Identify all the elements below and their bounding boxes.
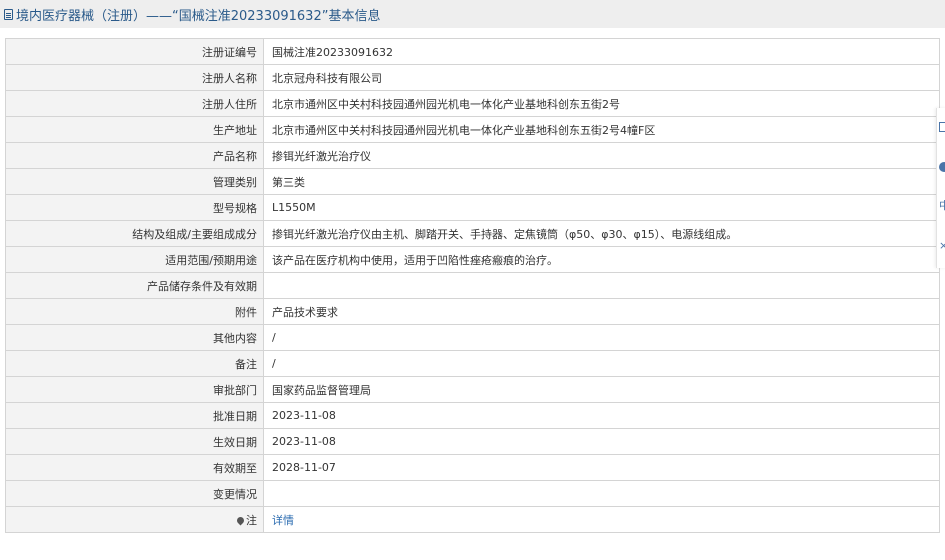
- row-label: 变更情况: [5, 480, 264, 507]
- language-icon[interactable]: 中: [939, 200, 945, 212]
- row-label: 产品名称: [5, 142, 264, 169]
- note-row: 注 详情: [5, 506, 940, 533]
- table-row: 注册人名称 北京冠舟科技有限公司: [5, 64, 940, 91]
- row-label: 有效期至: [5, 454, 264, 481]
- table-row: 附件 产品技术要求: [5, 298, 940, 325]
- table-row: 产品名称 掺铒光纤激光治疗仪: [5, 142, 940, 169]
- table-row: 变更情况: [5, 480, 940, 507]
- row-value: 第三类: [263, 168, 940, 195]
- table-row: 注册证编号 国械注准20233091632: [5, 38, 940, 65]
- row-value: [263, 272, 940, 299]
- row-value: 掺铒光纤激光治疗仪: [263, 142, 940, 169]
- details-link[interactable]: 详情: [272, 514, 294, 527]
- row-value: 产品技术要求: [263, 298, 940, 325]
- row-value: 掺铒光纤激光治疗仪由主机、脚踏开关、手持器、定焦镜筒（φ50、φ30、φ15）、…: [263, 220, 940, 247]
- table-row: 审批部门 国家药品监督管理局: [5, 376, 940, 403]
- row-value: 北京市通州区中关村科技园通州园光机电一体化产业基地科创东五街2号: [263, 90, 940, 117]
- row-label: 管理类别: [5, 168, 264, 195]
- document-icon: [4, 8, 13, 20]
- row-label: 产品储存条件及有效期: [5, 272, 264, 299]
- detail-page: 境内医疗器械（注册）——“国械注准20233091632”基本信息 注册证编号 …: [0, 0, 945, 560]
- row-value: 2023-11-08: [263, 428, 940, 455]
- side-toolbar: 中 ×: [936, 108, 945, 268]
- table-row: 产品储存条件及有效期: [5, 272, 940, 299]
- row-value: 2028-11-07: [263, 454, 940, 481]
- row-label: 附件: [5, 298, 264, 325]
- table-row: 有效期至 2028-11-07: [5, 454, 940, 481]
- row-label: 批准日期: [5, 402, 264, 429]
- document-icon[interactable]: [939, 122, 945, 132]
- row-value: 北京冠舟科技有限公司: [263, 64, 940, 91]
- row-value: 国械注准20233091632: [263, 38, 940, 65]
- note-value-cell: 详情: [263, 506, 940, 533]
- table-row: 备注 /: [5, 350, 940, 377]
- row-label: 生产地址: [5, 116, 264, 143]
- page-header: 境内医疗器械（注册）——“国械注准20233091632”基本信息: [0, 0, 945, 28]
- row-label: 型号规格: [5, 194, 264, 221]
- circle-icon[interactable]: [939, 162, 945, 172]
- table-row: 型号规格 L1550M: [5, 194, 940, 221]
- pin-icon: [235, 515, 246, 525]
- row-label: 其他内容: [5, 324, 264, 351]
- table-row: 生效日期 2023-11-08: [5, 428, 940, 455]
- row-value: /: [263, 350, 940, 377]
- row-label: 结构及组成/主要组成成分: [5, 220, 264, 247]
- note-label-cell: 注: [5, 506, 264, 533]
- row-label: 注册人名称: [5, 64, 264, 91]
- row-label: 注册人住所: [5, 90, 264, 117]
- row-value: 该产品在医疗机构中使用，适用于凹陷性痤疮瘢痕的治疗。: [263, 246, 940, 273]
- row-label: 生效日期: [5, 428, 264, 455]
- row-value: 北京市通州区中关村科技园通州园光机电一体化产业基地科创东五街2号4幢F区: [263, 116, 940, 143]
- row-value: [263, 480, 940, 507]
- table-row: 生产地址 北京市通州区中关村科技园通州园光机电一体化产业基地科创东五街2号4幢F…: [5, 116, 940, 143]
- row-value: 国家药品监督管理局: [263, 376, 940, 403]
- table-row: 结构及组成/主要组成成分 掺铒光纤激光治疗仪由主机、脚踏开关、手持器、定焦镜筒（…: [5, 220, 940, 247]
- note-label: 注: [246, 513, 257, 527]
- row-value: 2023-11-08: [263, 402, 940, 429]
- table-row: 适用范围/预期用途 该产品在医疗机构中使用，适用于凹陷性痤疮瘢痕的治疗。: [5, 246, 940, 273]
- row-label: 适用范围/预期用途: [5, 246, 264, 273]
- table-row: 管理类别 第三类: [5, 168, 940, 195]
- close-icon[interactable]: ×: [939, 240, 945, 252]
- table-row: 批准日期 2023-11-08: [5, 402, 940, 429]
- table-row: 注册人住所 北京市通州区中关村科技园通州园光机电一体化产业基地科创东五街2号: [5, 90, 940, 117]
- page-title: 境内医疗器械（注册）——“国械注准20233091632”基本信息: [16, 8, 381, 24]
- table-row: 其他内容 /: [5, 324, 940, 351]
- registration-info-table: 注册证编号 国械注准20233091632 注册人名称 北京冠舟科技有限公司 注…: [5, 38, 940, 533]
- row-label: 审批部门: [5, 376, 264, 403]
- row-value: L1550M: [263, 194, 940, 221]
- row-label: 备注: [5, 350, 264, 377]
- row-label: 注册证编号: [5, 38, 264, 65]
- row-value: /: [263, 324, 940, 351]
